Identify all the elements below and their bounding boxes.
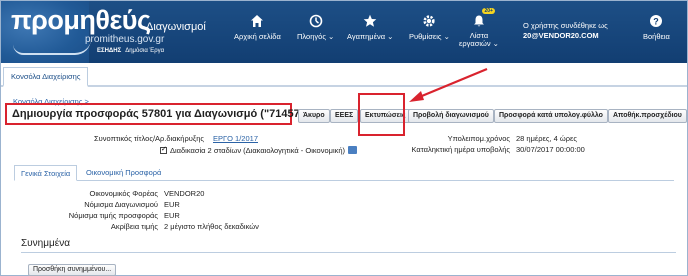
user-info: Ο χρήστης συνδέθηκε ως 20@VENDOR20.COM [523, 21, 608, 41]
subtab-strip: Γενικά Στοιχεία Οικονομική Προσφορά [14, 165, 674, 181]
vendor-label: Οικονομικός Φορέας [89, 189, 158, 198]
nav-favorites[interactable]: Αγαπημένα ⌄ [347, 13, 393, 41]
worklist-badge: 20+ [482, 8, 495, 14]
star-icon [363, 14, 377, 27]
add-attachment-button[interactable]: Προσθήκη συνημμένου... [28, 264, 117, 276]
bell-icon [473, 15, 484, 27]
tender-currency-label: Νόμισμα Διαγωνισμού [84, 200, 158, 209]
tab-financial-offer[interactable]: Οικονομική Προσφορά [80, 165, 167, 181]
gear-icon [423, 15, 436, 27]
eees-button[interactable]: ΕΕΕΣ [330, 109, 359, 123]
info-icon[interactable] [348, 146, 358, 154]
annotation-arrow [409, 67, 488, 102]
home-icon [251, 15, 264, 27]
nav-worklist-label: Λίστα εργασιών ⌄ [459, 31, 499, 48]
tender-currency-value: EUR [164, 200, 180, 209]
tab-general-info[interactable]: Γενικά Στοιχεία [14, 165, 78, 181]
two-stage-label: Διαδικασία 2 σταδίων (Διακαιολογητικά - … [170, 146, 346, 155]
logo-text[interactable]: προμηθεύς [11, 5, 151, 36]
two-stage-process: Διαδικασία 2 σταδίων (Διακαιολογητικά - … [160, 145, 358, 155]
attachments-divider [21, 252, 676, 253]
user-email: 20@VENDOR20.COM [523, 31, 599, 40]
vendor-value: VENDOR20 [164, 189, 205, 198]
tab-admin-console[interactable]: Κονσόλα Διαχείρισης [3, 67, 89, 87]
compass-icon [309, 14, 322, 28]
price-precision-value: 2 μέγιστο πλήθος δεκαδικών [164, 222, 259, 231]
logo-swoosh [13, 39, 91, 55]
main-tab-strip: Κονσόλα Διαχείρισης [1, 63, 687, 87]
svg-text:?: ? [654, 17, 660, 27]
logo-tagline: ΕΣΗΔΗΣ Δημόσια Έργα [97, 48, 165, 54]
logo-domain: promitheus.gov.gr [85, 34, 165, 45]
price-precision-label: Ακρίβεια τιμής [110, 222, 158, 231]
view-tender-button[interactable]: Προβολή διαγωνισμού [408, 109, 494, 123]
nav-settings[interactable]: Ρυθμίσεις ⌄ [409, 13, 450, 41]
page-title: Δημιουργία προσφοράς 57801 για Διαγωνισμ… [12, 108, 309, 120]
app-name: Διαγωνισμοί [146, 21, 206, 33]
help-label: Βοήθεια [643, 32, 670, 41]
user-logged-in-label: Ο χρήστης συνδέθηκε ως [523, 21, 608, 30]
short-title-link[interactable]: ΕΡΓΟ 1/2017 [213, 134, 258, 143]
cancel-button[interactable]: Άκυρο [298, 109, 330, 123]
attachments-title: Συνημμένα [21, 238, 70, 249]
two-stage-checkbox[interactable] [160, 145, 167, 154]
nav-home[interactable]: Αρχική σελίδα [234, 13, 281, 41]
nav-worklist[interactable]: 20+ Λίστα εργασιών ⌄ [459, 8, 499, 48]
offer-currency-value: EUR [164, 211, 180, 220]
remaining-time-label: Υπολειπομ.χρόνος [447, 134, 510, 143]
nav-home-label: Αρχική σελίδα [234, 32, 281, 41]
deadline-label: Καταληκτική ημέρα υποβολής [411, 145, 511, 154]
nav-navigator[interactable]: Πλοηγός ⌄ [297, 13, 334, 41]
deadline-value: 30/07/2017 00:00:00 [516, 145, 585, 154]
app-header: προμηθεύς promitheus.gov.gr ΕΣΗΔΗΣ Δημόσι… [1, 1, 687, 63]
nav-settings-label: Ρυθμίσεις ⌄ [409, 32, 450, 41]
offer-spreadsheet-button[interactable]: Προσφορά κατά υπολογ.φύλλο [494, 109, 608, 123]
nav-navigator-label: Πλοηγός ⌄ [297, 32, 335, 41]
offer-currency-label: Νόμισμα τιμής προσφοράς [68, 211, 158, 220]
nav-favorites-label: Αγαπημένα ⌄ [347, 32, 394, 41]
remaining-time-value: 28 ημέρες, 4 ώρες [516, 134, 577, 143]
help-icon: ? [650, 15, 663, 27]
save-draft-button[interactable]: Αποθήκ.προσχέδιου [608, 109, 687, 123]
short-title-label: Συνοπτικός τίτλος/Αρ.διακήρυξης [94, 134, 204, 143]
help-button[interactable]: ? Βοήθεια [643, 13, 670, 41]
